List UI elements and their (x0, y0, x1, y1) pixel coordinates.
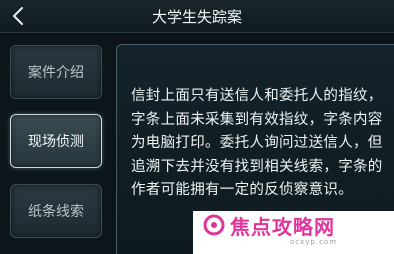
tab-note-clues[interactable]: 纸条线索 (10, 184, 102, 238)
page-title: 大学生失踪案 (151, 8, 242, 26)
watermark-logo-icon (203, 214, 225, 236)
tab-case-intro[interactable]: 案件介绍 (10, 45, 102, 99)
tab-scene-detection[interactable]: 现场侦测 (10, 114, 102, 168)
top-bar: 大学生失踪案 (0, 0, 394, 33)
watermark-url: ocxyp.com (290, 238, 338, 246)
watermark-brand: 焦点攻略网 (230, 215, 335, 239)
clue-description: 信封上面只有送信人和委托人的指纹，字条上面未采集到有效指纹，字条内容为电脑打印。… (131, 88, 383, 198)
